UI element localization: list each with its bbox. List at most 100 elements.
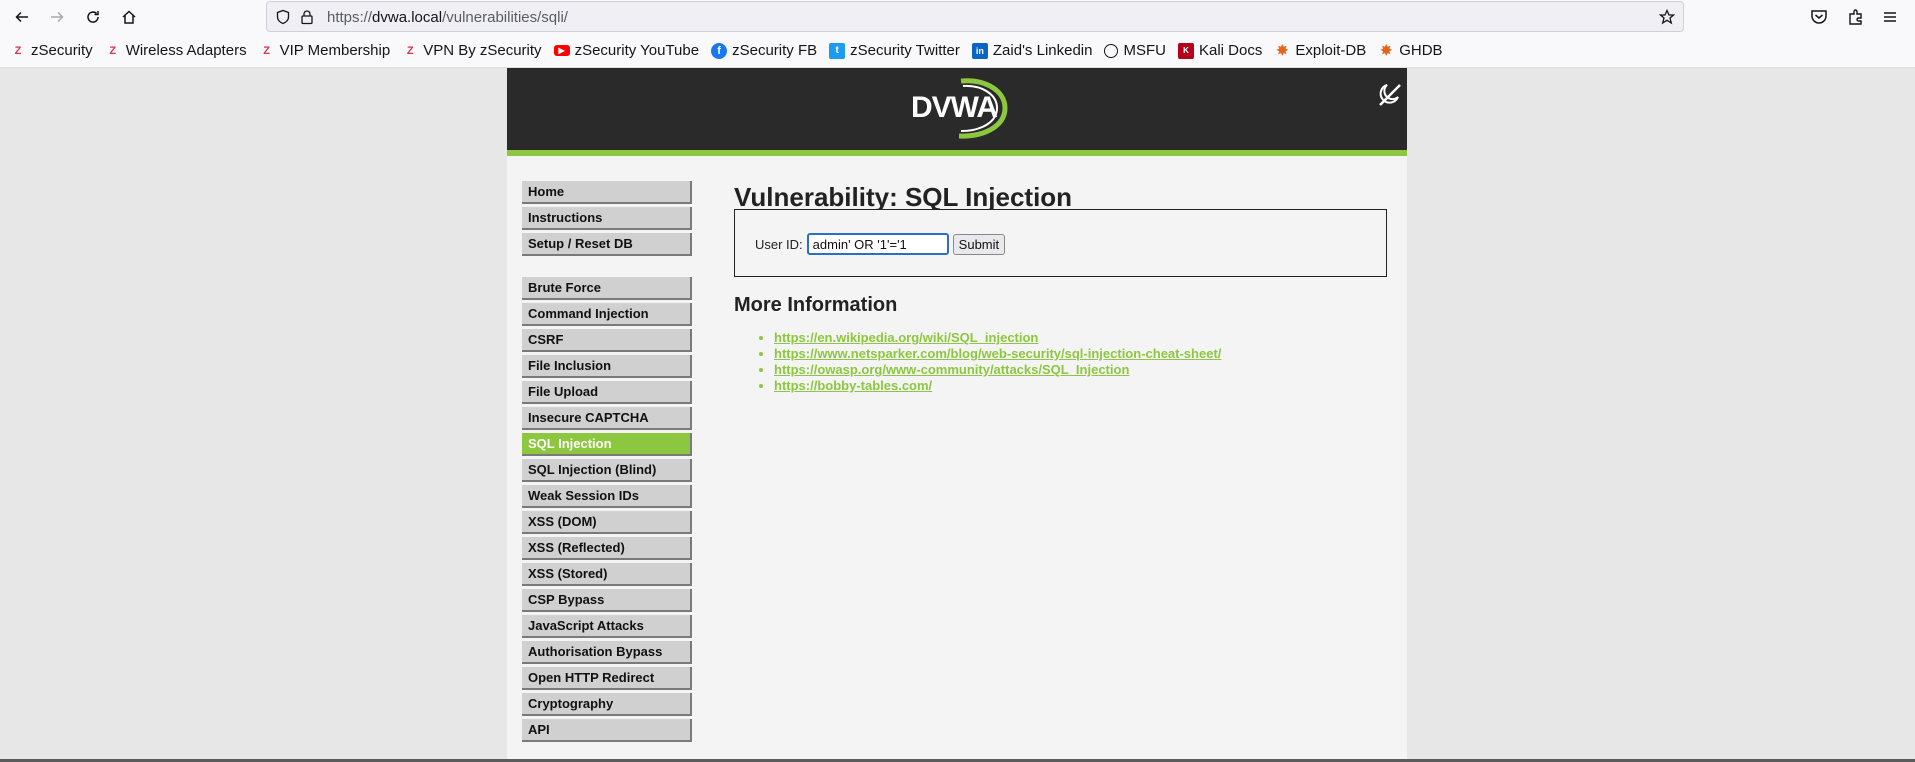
exploit-db-icon: ✸ xyxy=(1276,42,1289,58)
globe-icon xyxy=(1104,43,1119,58)
dvwa-logo[interactable]: DVWA xyxy=(901,77,1011,139)
list-item: https://bobby-tables.com/ xyxy=(774,378,1221,394)
menu-item-home[interactable]: Home xyxy=(522,181,692,204)
bookmark-label: MSFU xyxy=(1123,42,1166,59)
menu-item-cryptography[interactable]: Cryptography xyxy=(522,693,692,716)
bookmark-twitter[interactable]: t zSecurity Twitter xyxy=(829,42,960,59)
reload-icon xyxy=(87,11,99,23)
arrow-left-icon xyxy=(15,11,28,23)
bookmark-facebook[interactable]: f zSecurity FB xyxy=(711,42,817,59)
menu-item-open-http-redirect[interactable]: Open HTTP Redirect xyxy=(522,667,692,690)
bookmark-vpn[interactable]: Z VPN By zSecurity xyxy=(402,42,542,59)
list-item: https://en.wikipedia.org/wiki/SQL_inject… xyxy=(774,330,1221,346)
bookmark-kali-docs[interactable]: K Kali Docs xyxy=(1177,42,1263,59)
menu-item-csp-bypass[interactable]: CSP Bypass xyxy=(522,589,692,612)
list-item: https://www.netsparker.com/blog/web-secu… xyxy=(774,346,1221,362)
pocket-icon[interactable] xyxy=(1809,7,1829,27)
bookmark-wireless-adapters[interactable]: Z Wireless Adapters xyxy=(105,42,247,59)
menu-gap xyxy=(522,259,692,277)
zsecurity-icon: Z xyxy=(14,44,22,57)
shield-icon[interactable] xyxy=(275,9,291,25)
menu-item-command-injection[interactable]: Command Injection xyxy=(522,303,692,326)
home-button[interactable] xyxy=(117,5,141,29)
bookmark-label: Kali Docs xyxy=(1198,42,1263,59)
bookmark-label: GHDB xyxy=(1399,42,1443,59)
menu-item-setup-reset-db[interactable]: Setup / Reset DB xyxy=(522,233,692,256)
dvwa-container: DVWA Home Instructions Setup / Reset DB … xyxy=(507,68,1407,760)
url-prefix: https:// xyxy=(327,9,373,26)
menu-item-xss-stored[interactable]: XSS (Stored) xyxy=(522,563,692,586)
menu-item-file-inclusion[interactable]: File Inclusion xyxy=(522,355,692,378)
facebook-icon: f xyxy=(711,42,728,59)
menu-item-xss-dom[interactable]: XSS (DOM) xyxy=(522,511,692,534)
youtube-icon: ▶ xyxy=(553,45,570,56)
logo-text: DVWA xyxy=(911,91,998,124)
menu-item-sql-injection-blind[interactable]: SQL Injection (Blind) xyxy=(522,459,692,482)
menu-item-api[interactable]: API xyxy=(522,719,692,742)
bookmark-label: Exploit-DB xyxy=(1295,42,1367,59)
menu-item-brute-force[interactable]: Brute Force xyxy=(522,277,692,300)
user-id-form: User ID: admin' OR '1'='1 Submit xyxy=(755,233,1006,255)
menu-item-file-upload[interactable]: File Upload xyxy=(522,381,692,404)
bookmark-youtube[interactable]: ▶ zSecurity YouTube xyxy=(553,42,700,59)
menu-item-csrf[interactable]: CSRF xyxy=(522,329,692,352)
link-bobby-tables[interactable]: https://bobby-tables.com/ xyxy=(774,378,932,393)
menu-item-insecure-captcha[interactable]: Insecure CAPTCHA xyxy=(522,407,692,430)
zsecurity-icon: Z xyxy=(109,44,117,57)
arrow-right-icon xyxy=(51,11,64,23)
link-netsparker[interactable]: https://www.netsparker.com/blog/web-secu… xyxy=(774,346,1221,361)
user-id-label: User ID: xyxy=(755,236,803,252)
url-host: dvwa.local xyxy=(372,9,443,26)
extensions-icon[interactable] xyxy=(1846,7,1866,27)
menu-item-weak-session-ids[interactable]: Weak Session IDs xyxy=(522,485,692,508)
browser-toolbar: https://dvwa.local/vulnerabilities/sqli/ xyxy=(0,0,1915,34)
linkedin-icon: in xyxy=(971,42,988,59)
home-icon xyxy=(122,10,136,24)
star-icon[interactable] xyxy=(1659,9,1675,25)
bookmark-zsecurity[interactable]: ZzSecurity xyxy=(10,42,93,59)
menu-item-authorisation-bypass[interactable]: Authorisation Bypass xyxy=(522,641,692,664)
bookmark-msfu[interactable]: MSFU xyxy=(1104,42,1166,59)
bookmark-label: zSecurity YouTube xyxy=(574,42,700,59)
bookmark-label: zSecurity xyxy=(31,42,93,59)
link-owasp[interactable]: https://owasp.org/www-community/attacks/… xyxy=(774,362,1129,377)
url-path: /vulnerabilities/sqli/ xyxy=(442,9,568,26)
bookmark-exploit-db[interactable]: ✸ Exploit-DB xyxy=(1274,42,1366,59)
bookmark-label: VIP Membership xyxy=(279,42,391,59)
main-content: Vulnerability: SQL Injection xyxy=(734,168,1394,213)
sqli-form-box: User ID: admin' OR '1'='1 Submit xyxy=(734,209,1387,277)
menu-item-xss-reflected[interactable]: XSS (Reflected) xyxy=(522,537,692,560)
dvwa-header: DVWA xyxy=(507,68,1407,150)
bookmark-label: Wireless Adapters xyxy=(125,42,247,59)
side-menu: Home Instructions Setup / Reset DB Brute… xyxy=(522,181,692,745)
back-button[interactable] xyxy=(10,5,34,29)
page-viewport: DVWA Home Instructions Setup / Reset DB … xyxy=(0,68,1915,760)
menu-icon[interactable] xyxy=(1880,7,1900,27)
bookmark-label: VPN By zSecurity xyxy=(423,42,542,59)
header-stripe xyxy=(507,150,1407,156)
list-item: https://owasp.org/www-community/attacks/… xyxy=(774,362,1221,378)
bookmark-linkedin[interactable]: in Zaid's Linkedin xyxy=(971,42,1092,59)
zsecurity-icon: Z xyxy=(406,44,414,57)
link-wikipedia[interactable]: https://en.wikipedia.org/wiki/SQL_inject… xyxy=(774,330,1038,345)
lock-icon[interactable] xyxy=(299,9,315,25)
bookmark-ghdb[interactable]: ✸ GHDB xyxy=(1378,42,1442,59)
url-text[interactable]: https://dvwa.local/vulnerabilities/sqli/ xyxy=(327,9,568,26)
more-info-links: https://en.wikipedia.org/wiki/SQL_inject… xyxy=(774,330,1221,394)
forward-button[interactable] xyxy=(45,5,69,29)
bookmark-vip-membership[interactable]: Z VIP Membership xyxy=(259,42,391,59)
bookmarks-bar: ZzSecurity Z Wireless Adapters Z VIP Membe… xyxy=(0,34,1915,68)
menu-item-instructions[interactable]: Instructions xyxy=(522,207,692,230)
user-id-input[interactable]: admin' OR '1'='1 xyxy=(806,233,949,255)
twitter-icon: t xyxy=(829,42,846,59)
bookmark-label: zSecurity FB xyxy=(732,42,818,59)
menu-item-sql-injection[interactable]: SQL Injection xyxy=(522,433,692,456)
url-bar[interactable]: https://dvwa.local/vulnerabilities/sqli/ xyxy=(266,1,1684,32)
reload-button[interactable] xyxy=(81,5,105,29)
submit-button[interactable]: Submit xyxy=(952,233,1006,255)
more-info-title: More Information xyxy=(734,294,898,316)
bookmark-label: zSecurity Twitter xyxy=(850,42,960,59)
menu-item-javascript-attacks[interactable]: JavaScript Attacks xyxy=(522,615,692,638)
zsecurity-icon: Z xyxy=(263,44,270,57)
theme-toggle-icon[interactable] xyxy=(1375,80,1403,108)
